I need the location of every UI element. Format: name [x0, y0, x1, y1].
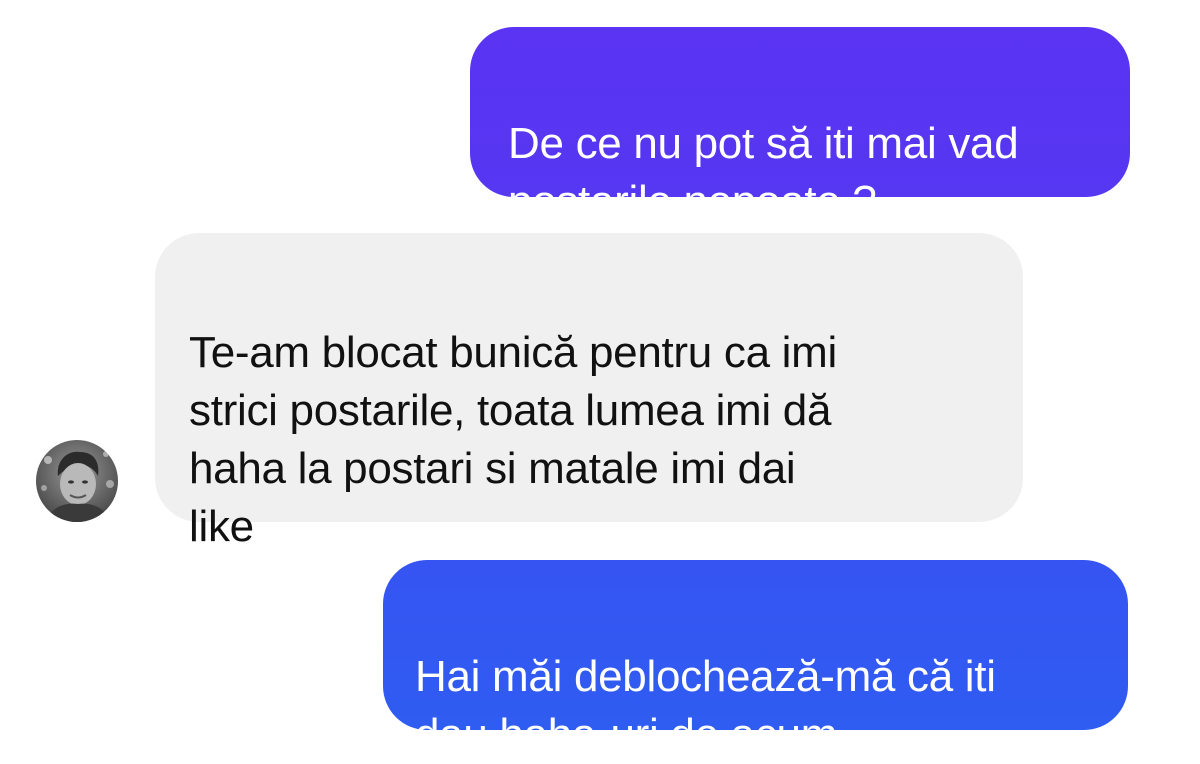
chat-thread: De ce nu pot să iti mai vad postarile ne… [0, 0, 1200, 759]
avatar-photo-icon [36, 440, 118, 522]
message-text: Te-am blocat bunică pentru ca imi strici… [189, 328, 837, 551]
contact-avatar[interactable] [36, 440, 118, 522]
message-bubble-outgoing[interactable]: De ce nu pot să iti mai vad postarile ne… [470, 27, 1130, 226]
message-bubble-incoming[interactable]: Te-am blocat bunică pentru ca imi strici… [155, 233, 1023, 551]
message-bubble-outgoing[interactable]: Hai măi deblochează-mă că iti dau haha-u… [383, 560, 1128, 759]
message-text: De ce nu pot să iti mai vad postarile ne… [508, 119, 1019, 226]
message-text: Hai măi deblochează-mă că iti dau haha-u… [415, 652, 996, 759]
